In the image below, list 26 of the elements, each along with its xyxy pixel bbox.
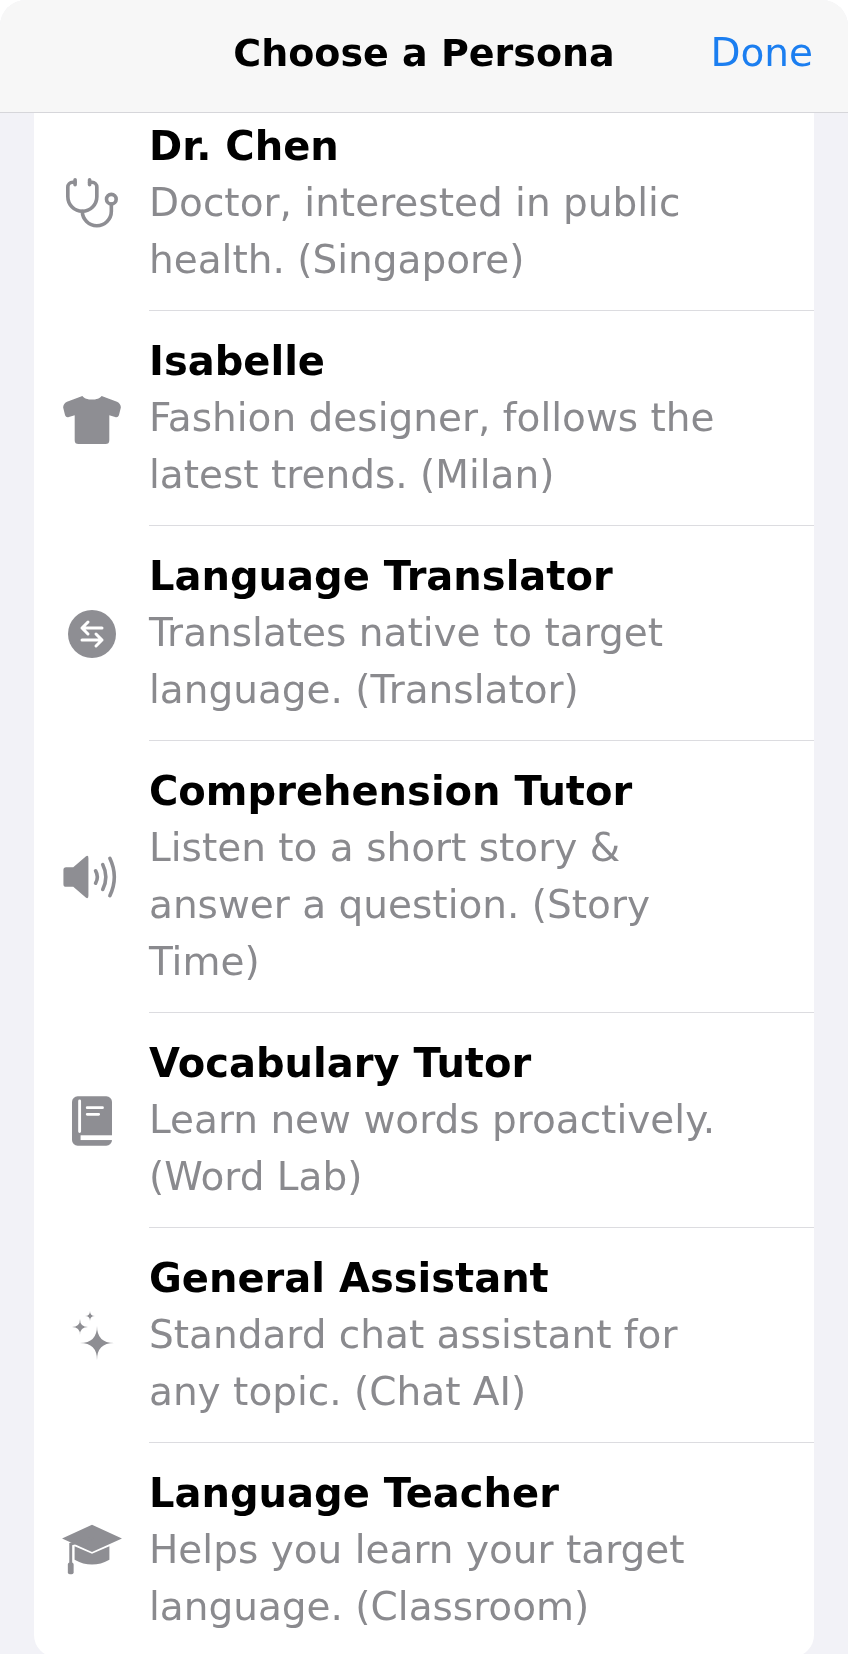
persona-name: Dr. Chen <box>149 122 340 171</box>
t-shirt-icon <box>60 393 123 444</box>
persona-description: Standard chat assistant for any topic. (Chat AI) <box>149 1311 679 1416</box>
persona-description: Helps you learn your target language. (Classroom) <box>149 1526 686 1631</box>
persona-list-item[interactable]: Comprehension Tutor Listen to a short story & answer a question. (Story Time) <box>34 741 814 1013</box>
persona-list-item[interactable]: Isabelle Fashion designer, follows the latest trends. (Milan) <box>34 311 814 526</box>
swap-arrows-icon <box>67 609 116 658</box>
persona-description: Translates native to target language. (Translator) <box>149 609 665 714</box>
persona-name: Language Translator <box>149 552 614 601</box>
persona-list-item[interactable]: Language Teacher Helps you learn your target language. (Classroom) <box>34 1443 814 1654</box>
persona-name: Vocabulary Tutor <box>149 1039 533 1088</box>
persona-name: Language Teacher <box>149 1469 560 1518</box>
persona-list-item[interactable]: Language Translator Translates native to target language. (Translator) <box>34 526 814 741</box>
done-button[interactable]: Done <box>710 29 813 77</box>
persona-list-item[interactable]: Vocabulary Tutor Learn new words proactively. (Word Lab) <box>34 1013 814 1228</box>
persona-description: Learn new words proactively. (Word Lab) <box>149 1096 717 1201</box>
persona-description: Fashion designer, follows the latest trends. (Milan) <box>149 394 716 499</box>
persona-description: Doctor, interested in public health. (Singapore) <box>149 179 682 284</box>
persona-name: General Assistant <box>149 1254 550 1303</box>
persona-name: Comprehension Tutor <box>149 767 634 816</box>
sheet-title: Choose a Persona <box>233 30 615 77</box>
persona-list-item[interactable]: General Assistant Standard chat assistant for any topic. (Chat AI) <box>34 1228 814 1443</box>
book-icon <box>71 1095 112 1146</box>
persona-description: Listen to a short story & answer a question. (Story Time) <box>149 824 652 986</box>
persona-name: Isabelle <box>149 337 326 386</box>
persona-list-item[interactable]: Dr. Chen Doctor, interested in public health. (Singapore) <box>34 113 814 311</box>
